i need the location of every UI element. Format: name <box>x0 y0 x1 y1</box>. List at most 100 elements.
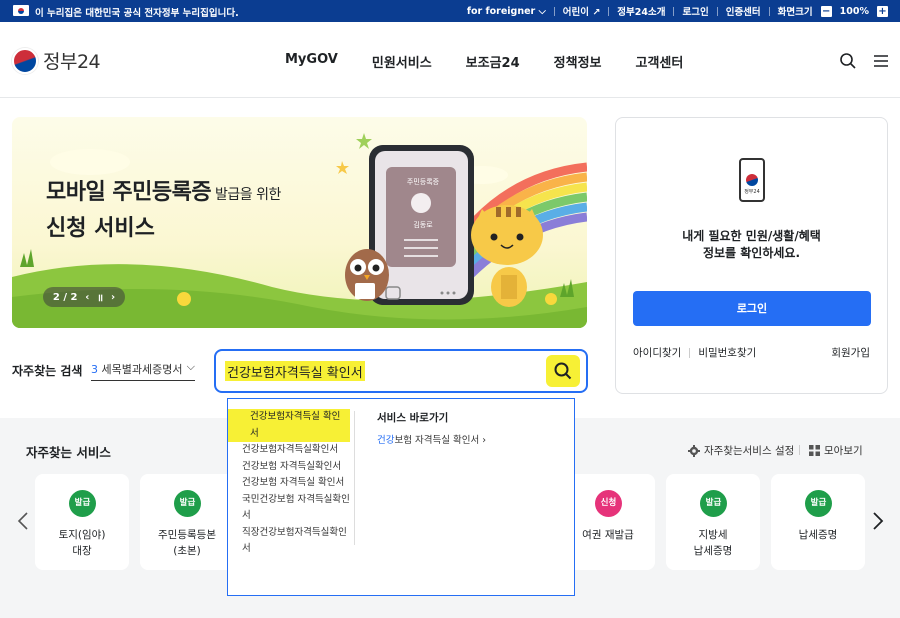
about-link[interactable]: 정부24소개 <box>617 4 665 18</box>
account-links: 아이디찾기 비밀번호찾기 <box>633 345 756 360</box>
suggestion-item[interactable]: 건강보험 자격득실 확인서 <box>242 475 352 492</box>
kids-label: 어린이 <box>562 7 589 18</box>
zoom-value: 100% <box>839 5 869 17</box>
popular-search-rotator[interactable]: 3 세목별과세증명서 ⌵ <box>91 360 195 381</box>
service-card-label: 토지(임야) 대장 <box>35 527 129 559</box>
mobile-app-icon: 정부24 <box>739 158 765 202</box>
services-settings-label: 자주찾는서비스 설정 <box>704 445 795 457</box>
logo-text: 정부24 <box>43 51 101 73</box>
card-line2: 납세증명 <box>693 545 733 557</box>
search-autocomplete: 건강보험자격득실 확인서 건강보험자격득실확인서 건강보험 자격득실확인서 건강… <box>227 398 575 596</box>
search-input[interactable]: 건강보험자격득실 확인서 <box>214 349 588 393</box>
divider <box>354 411 355 545</box>
search-icon[interactable] <box>839 52 857 70</box>
banner-pager: 2 / 2 ‹ ॥ › <box>43 287 125 307</box>
frequent-services-title: 자주찾는 서비스 <box>26 445 111 460</box>
service-card[interactable]: 신청 여권 재발급 <box>561 474 655 570</box>
nav-policy-info[interactable]: 정책정보 <box>554 52 602 71</box>
chevron-left-icon[interactable] <box>17 512 29 530</box>
grid-icon <box>809 445 820 456</box>
issue-badge: 발급 <box>805 490 832 517</box>
top-login-link[interactable]: 로그인 <box>682 4 708 18</box>
banner-title-main: 모바일 주민등록증 <box>46 180 212 205</box>
banner-title-small: 발급을 위한 <box>211 187 281 203</box>
issue-badge: 발급 <box>174 490 201 517</box>
for-foreigner-label: for foreigner <box>466 5 536 17</box>
suggestion-item[interactable]: 직장건강보험자격득실확인서 <box>242 525 352 558</box>
view-all-button[interactable]: 모아보기 <box>809 443 863 458</box>
nav-mygov[interactable]: MyGOV <box>285 52 338 71</box>
service-card[interactable]: 발급 주민등록등본 (초본) <box>140 474 234 570</box>
kids-link[interactable]: 어린이 ↗ <box>563 4 601 18</box>
cert-center-link[interactable]: 인증센터 <box>726 4 761 18</box>
search-query-text[interactable]: 건강보험자격득실 확인서 <box>225 361 365 381</box>
search-button[interactable] <box>546 355 580 387</box>
utility-links: for foreigner ⌵ 어린이 ↗ 정부24소개 로그인 인증센터 화면… <box>467 4 888 18</box>
divider <box>768 6 770 16</box>
login-message-line2: 정보를 확인하세요. <box>702 246 801 260</box>
suggestion-item[interactable]: 국민건강보험 자격득실확인서 <box>242 492 352 525</box>
site-logo[interactable]: 정부24 <box>12 47 101 74</box>
gov-notice-text[interactable]: 이 누리집은 대한민국 공식 전자정부 누리집입니다. <box>35 5 239 19</box>
divider <box>553 6 555 16</box>
card-line1: 주민등록등본 <box>158 529 216 541</box>
search-icon <box>554 362 572 380</box>
join-link[interactable]: 회원가입 <box>831 345 870 360</box>
pager-counter: 2 / 2 <box>52 291 78 303</box>
shortcut-match: 건강 <box>377 435 395 446</box>
zoom-out-button[interactable]: − <box>820 5 832 17</box>
menu-icon[interactable] <box>872 52 890 70</box>
divider <box>689 347 691 358</box>
suggestion-list: 건강보험자격득실 확인서 건강보험자격득실확인서 건강보험 자격득실확인서 건강… <box>228 409 352 558</box>
gov-emblem-icon <box>746 174 758 186</box>
divider <box>673 6 675 16</box>
service-card-label: 지방세납세증명 <box>666 527 760 559</box>
popular-search-rank: 3 <box>91 363 98 376</box>
divider <box>799 445 800 455</box>
service-card[interactable]: 발급 납세증명 <box>771 474 865 570</box>
chevron-down-icon: ⌵ <box>186 360 195 373</box>
chevron-right-icon: › <box>482 435 487 446</box>
phone-card-name: 김동로 <box>413 221 433 229</box>
site-header: 정부24 MyGOV 민원서비스 보조금24 정책정보 고객센터 <box>0 22 900 98</box>
service-card[interactable]: 발급 토지(임야) 대장 <box>35 474 129 570</box>
taegukgi-flag-icon <box>13 5 29 16</box>
nav-subsidy24[interactable]: 보조금24 <box>466 52 520 71</box>
find-id-link[interactable]: 아이디찾기 <box>633 345 681 360</box>
popular-search-label: 자주찾는 검색 <box>12 364 83 378</box>
service-card-label: 납세증명 <box>771 527 865 543</box>
card-line2: (초본) <box>173 545 201 557</box>
find-password-link[interactable]: 비밀번호찾기 <box>698 345 756 360</box>
main-nav: MyGOV 민원서비스 보조금24 정책정보 고객센터 <box>285 52 683 71</box>
divider <box>716 6 718 16</box>
gov-notice-bar: 이 누리집은 대한민국 공식 전자정부 누리집입니다. for foreigne… <box>0 0 900 22</box>
next-slide-icon[interactable]: › <box>111 292 115 303</box>
view-all-label: 모아보기 <box>824 445 863 457</box>
prev-slide-icon[interactable]: ‹ <box>85 292 89 303</box>
nav-customer-center[interactable]: 고객센터 <box>636 52 684 71</box>
service-card-label: 여권 재발급 <box>561 527 655 543</box>
nav-civil-service[interactable]: 민원서비스 <box>372 52 432 71</box>
login-message: 내게 필요한 민원/생활/혜택 정보를 확인하세요. <box>616 228 887 262</box>
phone-card-title: 주민등록증 <box>406 178 440 186</box>
service-card[interactable]: 발급 지방세 납세증명 <box>666 474 760 570</box>
card-line1: 지방세 <box>698 529 728 541</box>
gov-emblem-icon <box>12 47 38 74</box>
card-line2: 대장 <box>72 545 92 557</box>
suggestion-item[interactable]: 건강보험자격득실확인서 <box>242 442 352 459</box>
zoom-in-button[interactable]: + <box>877 5 888 17</box>
popular-search-term: 세목별과세증명서 <box>101 363 183 376</box>
hero-banner[interactable]: 모바일 주민등록증 발급을 위한 신청 서비스 주민등록증 김동로 2 / 2 … <box>12 117 587 328</box>
chevron-right-icon[interactable] <box>872 512 884 530</box>
login-card: 정부24 내게 필요한 민원/생활/혜택 정보를 확인하세요. 로그인 아이디찾… <box>615 117 888 394</box>
login-button[interactable]: 로그인 <box>633 291 871 326</box>
banner-title-line2: 신청 서비스 <box>46 216 155 241</box>
service-shortcut-link[interactable]: 건강보험 자격득실 확인서 › <box>377 432 486 446</box>
for-foreigner-link[interactable]: for foreigner ⌵ <box>467 6 546 17</box>
suggestion-item[interactable]: 건강보험 자격득실확인서 <box>242 459 352 476</box>
divider <box>608 6 610 16</box>
services-settings-button[interactable]: 자주찾는서비스 설정 <box>688 443 794 458</box>
service-card-label: 주민등록등본 (초본) <box>140 527 234 559</box>
pause-icon[interactable]: ॥ <box>97 290 103 304</box>
suggestion-item[interactable]: 건강보험자격득실 확인서 <box>228 409 350 442</box>
